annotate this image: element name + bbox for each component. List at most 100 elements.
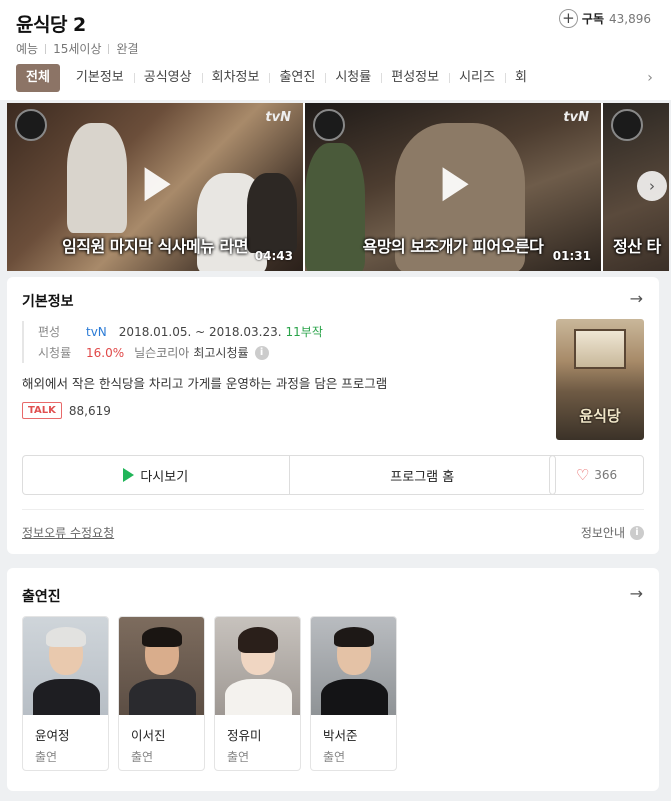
program-logo-badge bbox=[15, 109, 47, 141]
tab-schedule[interactable]: 편성정보 bbox=[381, 64, 449, 92]
video-caption: 정산 타 bbox=[613, 237, 661, 256]
subscribe-label: 구독 bbox=[581, 12, 604, 26]
cast-member[interactable]: 정유미 출연 bbox=[214, 616, 301, 771]
subscribe-count: 43,896 bbox=[609, 11, 651, 26]
program-poster[interactable]: 윤식당 bbox=[556, 319, 644, 440]
arrow-right-icon[interactable]: → bbox=[630, 289, 643, 308]
tab-episodes[interactable]: 회차정보 bbox=[201, 64, 270, 92]
divider bbox=[22, 509, 644, 510]
program-home-button[interactable]: 프로그램 홈 bbox=[288, 456, 556, 494]
cast-role: 출연 bbox=[227, 750, 250, 764]
program-title: 윤식당 2 bbox=[16, 14, 86, 36]
video-duration: 04:43 bbox=[254, 249, 293, 263]
meta-genre: 예능 bbox=[16, 42, 39, 56]
error-report-link[interactable]: 정보오류 수정요청 bbox=[22, 524, 114, 541]
photo-hair bbox=[334, 627, 374, 647]
talk-link[interactable]: TALK 88,619 bbox=[22, 402, 111, 419]
scene-figure bbox=[67, 123, 127, 233]
info-rows: 편성 tvN 2018.01.05. ~ 2018.03.23. 11부작 시청… bbox=[22, 321, 323, 363]
subscribe-button[interactable]: + 구독 43,896 bbox=[558, 9, 651, 28]
photo-body bbox=[129, 679, 196, 715]
play-icon bbox=[123, 468, 135, 482]
cast-title: 출연진 bbox=[22, 589, 61, 605]
meta-separator bbox=[45, 43, 47, 54]
arrow-right-icon[interactable]: → bbox=[630, 584, 643, 603]
talk-count: 88,619 bbox=[68, 403, 111, 418]
cast-photo bbox=[23, 617, 108, 715]
info-icon[interactable]: i bbox=[254, 345, 269, 360]
tab-basic-info[interactable]: 기본정보 bbox=[66, 64, 134, 92]
cast-name: 박서준 bbox=[323, 728, 358, 743]
photo-hair bbox=[142, 627, 182, 647]
play-icon bbox=[144, 167, 171, 202]
episode-count: 11부작 bbox=[285, 325, 323, 339]
channel-watermark: tvN bbox=[563, 110, 589, 125]
info-guide-label: 정보안내 bbox=[580, 526, 625, 540]
rating-note: 최고시청률 bbox=[193, 346, 249, 360]
video-duration: 01:31 bbox=[552, 249, 591, 263]
rating-value: 16.0% bbox=[86, 345, 125, 360]
channel-link[interactable]: tvN bbox=[86, 325, 107, 339]
tab-official-video[interactable]: 공식영상 bbox=[133, 64, 202, 92]
broadcast-row: 편성 tvN 2018.01.05. ~ 2018.03.23. 11부작 bbox=[38, 321, 323, 342]
photo-body bbox=[321, 679, 388, 715]
cast-card: 출연진 → 윤여정 출연 이서진 출연 정유미 출연 박서준 출연 bbox=[7, 568, 659, 791]
video-thumbnail[interactable]: 정산 타 › bbox=[603, 103, 669, 271]
cast-role: 출연 bbox=[35, 750, 58, 764]
info-icon: i bbox=[630, 525, 644, 540]
poster-window bbox=[574, 329, 626, 369]
broadcast-label: 편성 bbox=[38, 325, 61, 339]
talk-badge: TALK bbox=[22, 402, 62, 419]
rating-source: 닐슨코리아 bbox=[134, 346, 190, 360]
cast-photo bbox=[119, 617, 204, 715]
heart-icon: ♡ bbox=[575, 466, 590, 484]
tab-ratings[interactable]: 시청률 bbox=[325, 64, 381, 92]
tab-cast[interactable]: 출연진 bbox=[269, 64, 325, 92]
poster-title: 윤식당 bbox=[579, 407, 621, 425]
cast-list: 윤여정 출연 이서진 출연 정유미 출연 박서준 출연 bbox=[22, 616, 397, 771]
video-carousel: tvN 임직원 마지막 식사메뉴 라면 04:43 tvN 욕망의 보조개가 피… bbox=[7, 103, 669, 271]
rating-row: 시청률 16.0% 닐슨코리아 최고시청률 i bbox=[38, 342, 323, 363]
rating-label: 시청률 bbox=[38, 346, 72, 360]
program-description: 해외에서 작은 한식당을 차리고 가게를 운영하는 과정을 담은 프로그램 bbox=[22, 376, 388, 391]
cast-name: 정유미 bbox=[227, 728, 262, 743]
meta-status: 완결 bbox=[116, 42, 139, 56]
broadcast-dates: 2018.01.05. ~ 2018.03.23. bbox=[118, 324, 282, 339]
program-logo-badge bbox=[313, 109, 345, 141]
video-thumbnail[interactable]: tvN 임직원 마지막 식사메뉴 라면 04:43 bbox=[7, 103, 303, 271]
program-logo-badge bbox=[611, 109, 643, 141]
cast-member[interactable]: 윤여정 출연 bbox=[22, 616, 109, 771]
cast-name: 이서진 bbox=[131, 728, 166, 743]
cast-member[interactable]: 박서준 출연 bbox=[310, 616, 397, 771]
meta-age-rating: 15세이상 bbox=[53, 42, 102, 56]
tab-more[interactable]: 회 bbox=[504, 64, 537, 92]
basic-info-card: 기본정보 → 편성 tvN 2018.01.05. ~ 2018.03.23. … bbox=[7, 277, 659, 554]
tab-all[interactable]: 전체 bbox=[16, 64, 60, 92]
carousel-next-icon[interactable]: › bbox=[637, 171, 667, 201]
channel-watermark: tvN bbox=[265, 110, 291, 125]
photo-hair bbox=[46, 627, 86, 647]
section-tabs: 전체 기본정보 공식영상 회차정보 출연진 시청률 편성정보 시리즈 회 bbox=[16, 64, 537, 92]
watch-again-label: 다시보기 bbox=[140, 469, 189, 485]
cast-name: 윤여정 bbox=[35, 728, 70, 743]
tab-series[interactable]: 시리즈 bbox=[449, 64, 505, 92]
basic-info-title: 기본정보 bbox=[22, 294, 74, 310]
watch-again-button[interactable]: 다시보기 bbox=[23, 456, 289, 494]
play-icon bbox=[442, 167, 469, 202]
info-guide-link[interactable]: 정보안내 i bbox=[581, 524, 644, 541]
plus-icon: + bbox=[558, 9, 578, 28]
cast-member[interactable]: 이서진 출연 bbox=[118, 616, 205, 771]
cast-role: 출연 bbox=[323, 750, 346, 764]
photo-body bbox=[33, 679, 100, 715]
like-button[interactable]: ♡ 366 bbox=[549, 455, 644, 495]
like-count: 366 bbox=[594, 468, 618, 482]
meta-separator bbox=[108, 43, 110, 54]
video-thumbnail[interactable]: tvN 욕망의 보조개가 피어오른다 01:31 bbox=[305, 103, 601, 271]
chevron-right-icon[interactable]: › bbox=[639, 70, 661, 86]
program-header: 윤식당 2 예능 15세이상 완결 + 구독 43,896 전체 기본정보 공식… bbox=[0, 0, 671, 100]
cast-role: 출연 bbox=[131, 750, 154, 764]
cast-photo bbox=[311, 617, 396, 715]
photo-hair bbox=[238, 627, 278, 653]
tabs-fade bbox=[619, 64, 641, 92]
action-buttons: 다시보기 프로그램 홈 bbox=[22, 455, 556, 495]
